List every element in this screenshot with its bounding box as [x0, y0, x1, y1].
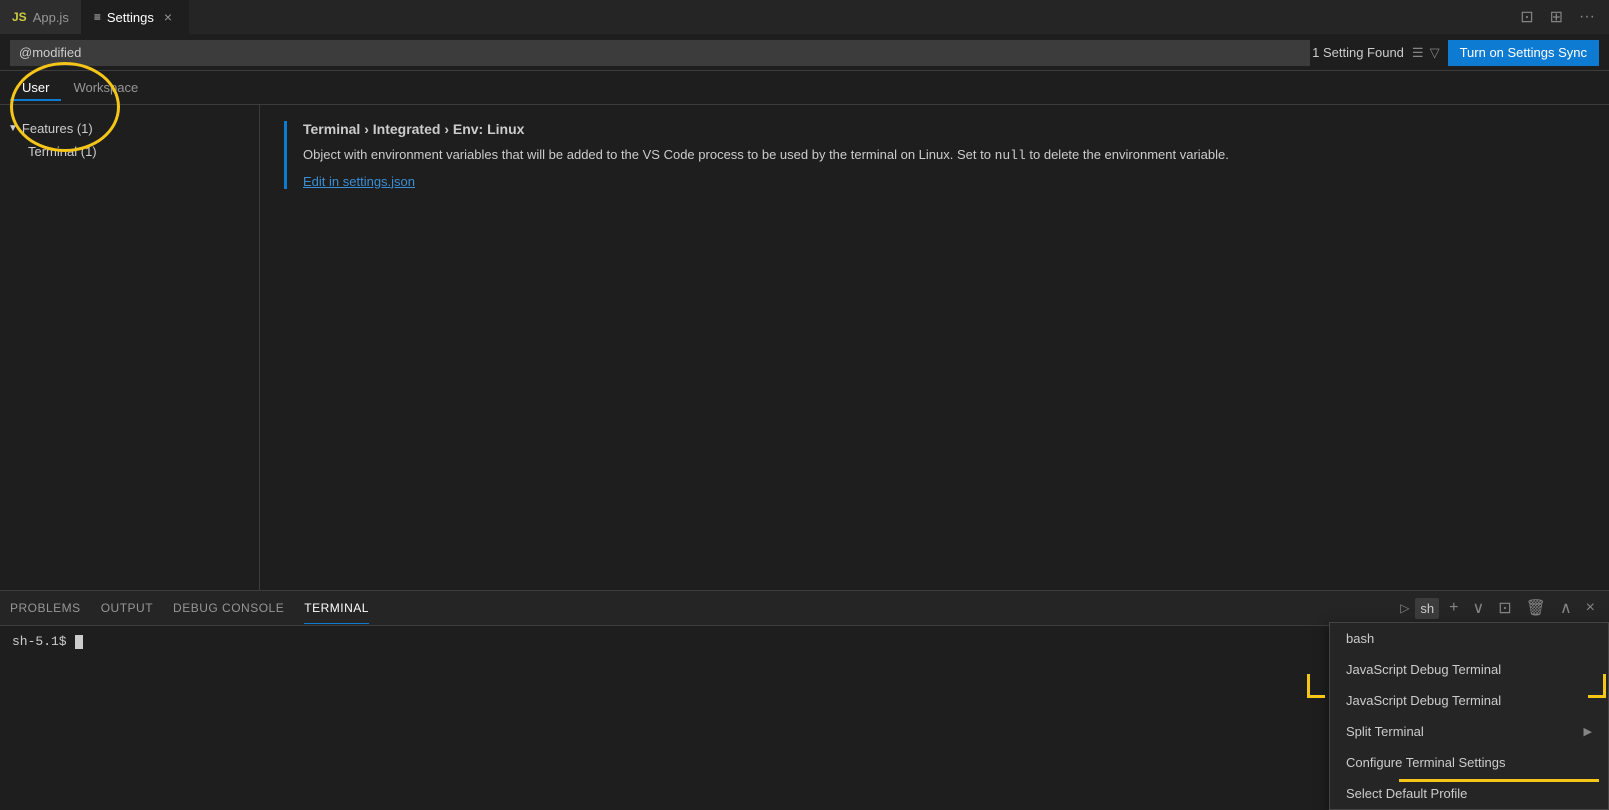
terminal-close-button[interactable]: × [1582, 597, 1599, 619]
tabs-left: JS App.js ≡ Settings × [0, 0, 189, 34]
tab-close-settings[interactable]: × [160, 7, 176, 27]
settings-found-label: 1 Setting Found [1312, 45, 1404, 60]
settings-icon: ≡ [94, 10, 101, 24]
dropdown-item-bash[interactable]: bash [1330, 623, 1608, 654]
dropdown-item-bash-label: bash [1346, 631, 1374, 646]
terminal-prompt-text: sh-5.1$ [12, 634, 67, 649]
setting-desc-text2: to delete the environment variable. [1026, 147, 1229, 162]
terminal-shell-label: sh [1415, 598, 1439, 619]
dropdown-item-configure-settings-label: Configure Terminal Settings [1346, 755, 1505, 770]
js-icon: JS [12, 10, 27, 24]
tab-settings[interactable]: ≡ Settings × [82, 0, 189, 34]
toggle-layout-button[interactable]: ⊞ [1546, 3, 1567, 31]
terminal-maximize-button[interactable]: ∧ [1556, 596, 1576, 620]
dropdown-item-js-debug-2[interactable]: JavaScript Debug Terminal [1330, 685, 1608, 716]
sidebar-section-features: ▼ Features (1) Terminal (1) [0, 113, 259, 167]
terminal-tabs-right: ▷ sh + ∨ ⊡ 🗑 ∧ × [1400, 596, 1599, 620]
filter-list-icon[interactable]: ☰ [1412, 45, 1424, 61]
settings-sync-button[interactable]: Turn on Settings Sync [1448, 40, 1599, 66]
tab-user[interactable]: User [10, 74, 61, 101]
setting-title: Terminal › Integrated › Env: Linux [303, 121, 1585, 137]
dropdown-item-split-terminal[interactable]: Split Terminal ▶ [1330, 716, 1608, 747]
tab-terminal[interactable]: TERMINAL [304, 593, 369, 624]
terminal-new-button[interactable]: + [1445, 597, 1462, 619]
terminal-trash-button[interactable]: 🗑 [1522, 596, 1550, 620]
dropdown-item-configure-settings[interactable]: Configure Terminal Settings [1330, 747, 1608, 778]
search-wrap [10, 40, 1310, 66]
submenu-arrow-icon: ▶ [1584, 725, 1592, 738]
main-content: ▼ Features (1) Terminal (1) Terminal › I… [0, 105, 1609, 590]
collapse-icon: ▼ [8, 123, 18, 134]
terminal-tabs-left: PROBLEMS OUTPUT DEBUG CONSOLE TERMINAL [10, 593, 369, 624]
sidebar-section-features-header[interactable]: ▼ Features (1) [0, 117, 259, 140]
tab-debug-console[interactable]: DEBUG CONSOLE [173, 593, 284, 624]
sidebar-features-label: Features (1) [22, 121, 93, 136]
search-input[interactable] [10, 40, 1310, 66]
dropdown-item-split-terminal-label: Split Terminal [1346, 724, 1424, 739]
tabs-right: ⊡ ⊞ ··· [1516, 3, 1609, 31]
dropdown-item-js-debug-2-label: JavaScript Debug Terminal [1346, 693, 1501, 708]
user-workspace-tabs: User Workspace [0, 71, 1609, 105]
edit-settings-json-link[interactable]: Edit in settings.json [303, 174, 415, 189]
terminal-shell-icon: ▷ [1400, 601, 1409, 615]
dropdown-item-js-debug-1[interactable]: JavaScript Debug Terminal [1330, 654, 1608, 685]
settings-icons: ☰ ▽ [1412, 45, 1440, 61]
split-editor-button[interactable]: ⊡ [1516, 3, 1537, 31]
more-actions-button[interactable]: ··· [1575, 4, 1599, 30]
terminal-dropdown-button[interactable]: ∨ [1469, 596, 1489, 620]
terminal-tabs-bar: PROBLEMS OUTPUT DEBUG CONSOLE TERMINAL ▷… [0, 591, 1609, 626]
setting-desc-text1: Object with environment variables that w… [303, 147, 995, 162]
tab-output[interactable]: OUTPUT [101, 593, 153, 624]
dropdown-item-select-default-profile[interactable]: Select Default Profile [1330, 778, 1608, 809]
sidebar: ▼ Features (1) Terminal (1) [0, 105, 260, 590]
sidebar-item-terminal[interactable]: Terminal (1) [0, 140, 259, 163]
terminal-split-button[interactable]: ⊡ [1494, 596, 1515, 620]
tab-workspace[interactable]: Workspace [61, 74, 150, 101]
terminal-dropdown-menu: bash JavaScript Debug Terminal JavaScrip… [1329, 622, 1609, 810]
tab-bar: JS App.js ≡ Settings × ⊡ ⊞ ··· [0, 0, 1609, 35]
settings-content: Terminal › Integrated › Env: Linux Objec… [260, 105, 1609, 590]
tab-problems[interactable]: PROBLEMS [10, 593, 81, 624]
settings-toolbar: 1 Setting Found ☰ ▽ Turn on Settings Syn… [0, 35, 1609, 71]
settings-right: 1 Setting Found ☰ ▽ Turn on Settings Syn… [1312, 40, 1599, 66]
dropdown-item-select-default-profile-label: Select Default Profile [1346, 786, 1467, 801]
tab-app-js[interactable]: JS App.js [0, 0, 82, 34]
setting-description: Object with environment variables that w… [303, 145, 1585, 166]
tab-label-app-js: App.js [33, 10, 69, 25]
setting-item-terminal-env: Terminal › Integrated › Env: Linux Objec… [284, 121, 1585, 189]
dropdown-item-js-debug-1-label: JavaScript Debug Terminal [1346, 662, 1501, 677]
terminal-cursor [75, 635, 83, 649]
setting-null-code: null [995, 148, 1026, 163]
filter-icon[interactable]: ▽ [1430, 45, 1440, 61]
tab-label-settings: Settings [107, 10, 154, 25]
